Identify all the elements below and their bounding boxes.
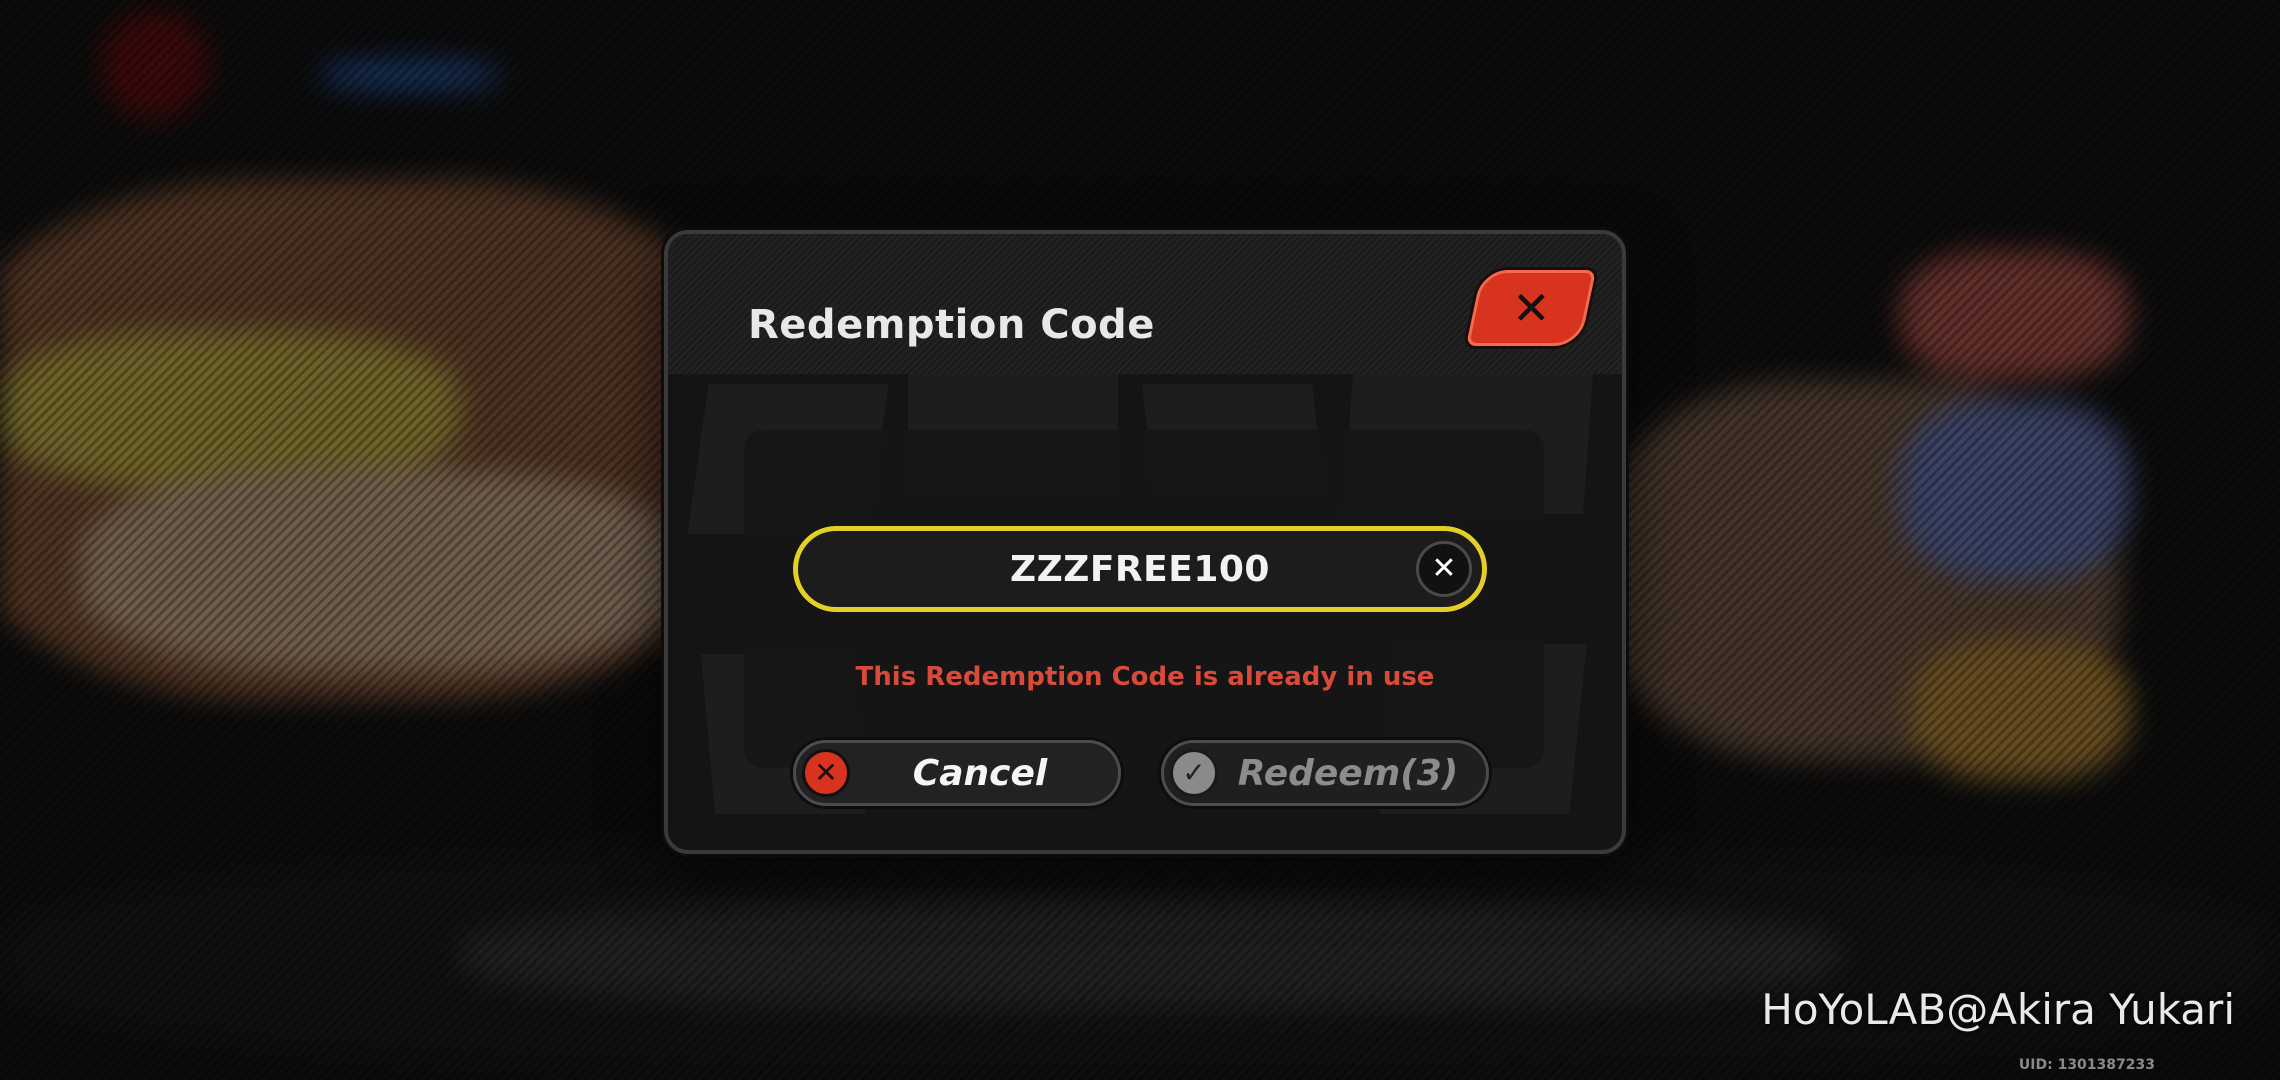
error-message: This Redemption Code is already in use: [855, 662, 1435, 692]
x-circle-icon: ✕: [802, 749, 850, 797]
close-button[interactable]: ✕: [1465, 270, 1597, 346]
redemption-dialog: Redemption Code ✕ ZZZFREE100 ✕ This Rede…: [664, 230, 1626, 854]
code-value[interactable]: ZZZFREE100: [798, 531, 1482, 607]
cancel-label: Cancel: [912, 752, 1048, 794]
close-icon: ✕: [1511, 281, 1551, 335]
clear-input-button[interactable]: ✕: [1416, 541, 1472, 597]
redemption-code-input[interactable]: ZZZFREE100 ✕: [793, 526, 1487, 612]
dialog-title: Redemption Code: [748, 302, 1155, 348]
redeem-label: Redeem(3): [1237, 752, 1459, 794]
cancel-button[interactable]: ✕ Cancel: [793, 740, 1121, 806]
uid-label: UID: 1301387233: [2018, 1057, 2155, 1073]
check-circle-icon: ✓: [1170, 749, 1218, 797]
dialog-header: Redemption Code ✕: [668, 234, 1622, 374]
redeem-button[interactable]: ✓ Redeem(3): [1161, 740, 1489, 806]
watermark-text: HoYoLAB@Akira Yukari: [1761, 985, 2235, 1034]
clear-icon: ✕: [1431, 551, 1457, 586]
